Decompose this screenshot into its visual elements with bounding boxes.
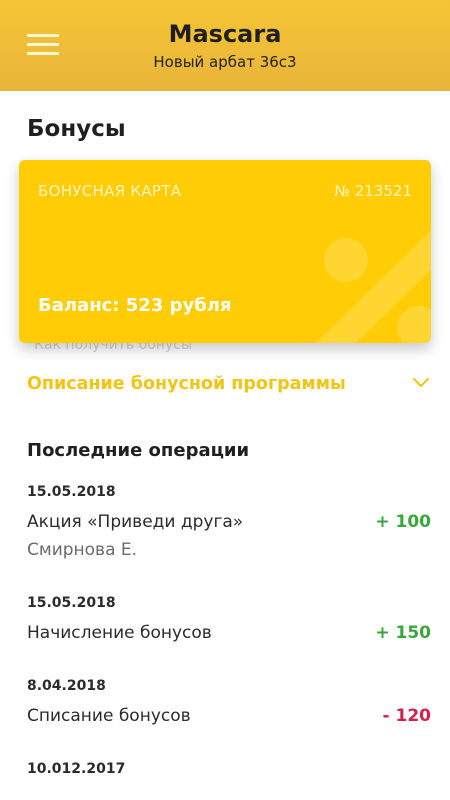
operation-date: 15.05.2018 xyxy=(27,595,116,611)
operation-title: Списание бонусов xyxy=(27,706,191,726)
operation-date: 10.012.2017 xyxy=(27,761,126,777)
operation-item[interactable]: 8.04.2018 Списание бонусов - 120 xyxy=(27,678,431,733)
operation-item[interactable]: 15.05.2018 Начисление бонусов + 150 xyxy=(27,595,431,650)
card-number: № 213521 xyxy=(334,182,412,200)
bonus-program-accordion[interactable]: Описание бонусной программы xyxy=(27,370,433,404)
app-header: Mascara Новый арбат 36с3 xyxy=(0,0,450,91)
operation-subtitle: Смирнова Е. xyxy=(27,540,138,560)
operations-title: Последние операции xyxy=(27,440,250,461)
operation-title: Акция «Приведи друга» xyxy=(27,512,244,532)
app-subtitle: Новый арбат 36с3 xyxy=(153,53,297,71)
operation-date: 15.05.2018 xyxy=(27,484,116,500)
operation-amount: - 120 xyxy=(382,706,431,726)
card-label: БОНУСНАЯ КАРТА xyxy=(38,182,182,200)
operation-title: Начисление бонусов xyxy=(27,623,212,643)
operation-item[interactable]: 15.05.2018 Акция «Приведи друга» Смирнов… xyxy=(27,484,431,564)
operation-date: 8.04.2018 xyxy=(27,678,106,694)
operation-amount: + 100 xyxy=(375,512,431,532)
bonus-card[interactable]: БОНУСНАЯ КАРТА № 213521 Баланс: 523 рубл… xyxy=(19,160,431,343)
chevron-down-icon xyxy=(413,378,429,387)
operation-amount: + 150 xyxy=(375,623,431,643)
card-balance: Баланс: 523 рубля xyxy=(38,295,232,316)
bonus-program-label: Описание бонусной программы xyxy=(27,374,346,394)
page-title: Бонусы xyxy=(27,116,126,142)
app-title: Mascara xyxy=(168,20,282,48)
operation-item[interactable]: 10.012.2017 xyxy=(27,761,431,791)
